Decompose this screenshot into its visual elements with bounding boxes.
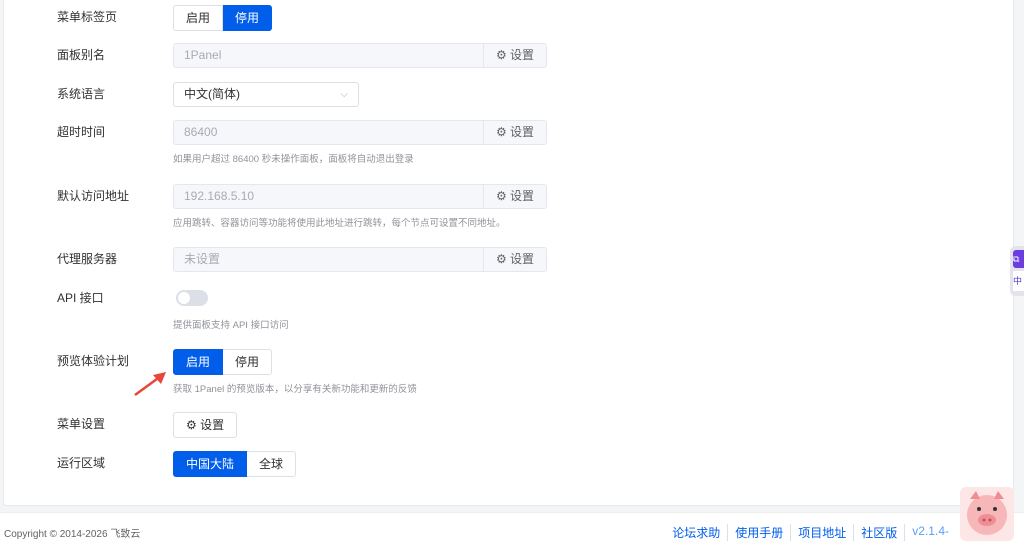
- value: 192.168.5.10: [184, 189, 255, 203]
- side-widget[interactable]: ⧉ 中: [1010, 246, 1024, 296]
- footer: Copyright © 2014-2026 飞致云 论坛求助 使用手册 项目地址…: [0, 512, 1024, 550]
- proxy-input[interactable]: 未设置 ⚙ 设置: [173, 247, 547, 272]
- chevron-down-icon: ⌵: [340, 89, 348, 100]
- label: 菜单设置: [57, 417, 106, 431]
- link-forum[interactable]: 论坛求助: [665, 524, 729, 541]
- settings-button[interactable]: ⚙ 设置: [483, 248, 546, 271]
- value: 未设置: [184, 252, 221, 266]
- gear-icon: ⚙: [186, 418, 197, 432]
- api-switch[interactable]: [176, 290, 208, 306]
- button-label: 设置: [510, 252, 535, 266]
- panel-alias-input[interactable]: 1Panel ⚙ 设置: [173, 43, 547, 68]
- option-enable[interactable]: 启用: [173, 5, 224, 31]
- timeout-input[interactable]: 86400 ⚙ 设置: [173, 120, 547, 145]
- hint: 提供面板支持 API 接口访问: [173, 320, 289, 331]
- red-arrow-annotation: [134, 372, 166, 397]
- label: 代理服务器: [57, 252, 118, 266]
- option-china[interactable]: 中国大陆: [173, 451, 248, 477]
- option-enable[interactable]: 启用: [173, 349, 224, 375]
- language-widget[interactable]: 中: [1013, 271, 1024, 291]
- value: 1Panel: [184, 48, 222, 62]
- default-address-input[interactable]: 192.168.5.10 ⚙ 设置: [173, 184, 547, 209]
- label: 运行区域: [57, 456, 106, 470]
- option-disable[interactable]: 停用: [223, 5, 273, 31]
- label: 默认访问地址: [57, 189, 130, 203]
- settings-button[interactable]: ⚙ 设置: [483, 185, 546, 208]
- translate-icon[interactable]: ⧉: [1013, 250, 1024, 268]
- region-toggle[interactable]: 中国大陆 全球: [173, 451, 297, 477]
- label: 预览体验计划: [57, 354, 130, 368]
- settings-button[interactable]: ⚙ 设置: [483, 121, 546, 144]
- preview-toggle[interactable]: 启用 停用: [173, 349, 273, 375]
- pig-mascot-icon[interactable]: [960, 487, 1014, 541]
- menu-tabs-toggle[interactable]: 启用 停用: [173, 5, 273, 31]
- button-label: 设置: [510, 48, 535, 62]
- link-edition[interactable]: 社区版: [854, 524, 906, 541]
- link-project[interactable]: 项目地址: [791, 524, 855, 541]
- gear-icon: ⚙: [495, 125, 507, 139]
- gear-icon: ⚙: [495, 48, 507, 62]
- hint: 如果用户超过 86400 秒未操作面板，面板将自动退出登录: [173, 154, 414, 165]
- gear-icon: ⚙: [495, 252, 507, 266]
- gear-icon: ⚙: [495, 189, 507, 203]
- label: 超时时间: [57, 125, 106, 139]
- label: API 接口: [57, 291, 104, 305]
- button-label: 设置: [510, 189, 535, 203]
- hint: 应用跳转、容器访问等功能将使用此地址进行跳转，每个节点可设置不同地址。: [173, 218, 506, 229]
- option-disable[interactable]: 停用: [223, 349, 273, 375]
- hint: 获取 1Panel 的预览版本，以分享有关新功能和更新的反馈: [173, 384, 417, 395]
- button-label: 设置: [200, 418, 225, 432]
- label: 系统语言: [57, 87, 106, 101]
- menu-settings-button[interactable]: ⚙ 设置: [173, 412, 238, 438]
- option-global[interactable]: 全球: [247, 451, 297, 477]
- language-select[interactable]: 中文(简体) ⌵: [173, 82, 359, 107]
- settings-button[interactable]: ⚙ 设置: [483, 44, 546, 67]
- link-manual[interactable]: 使用手册: [728, 524, 792, 541]
- copyright: Copyright © 2014-2026 飞致云: [4, 529, 141, 540]
- label: 菜单标签页: [57, 10, 118, 24]
- value: 86400: [184, 125, 218, 139]
- row-api: API 接口 提供面板支持 API 接口访问: [0, 286, 1024, 331]
- button-label: 设置: [510, 125, 535, 139]
- label: 面板别名: [57, 48, 106, 62]
- row-language: 系统语言 中文(简体) ⌵: [0, 82, 1024, 107]
- value: 中文(简体): [184, 87, 240, 101]
